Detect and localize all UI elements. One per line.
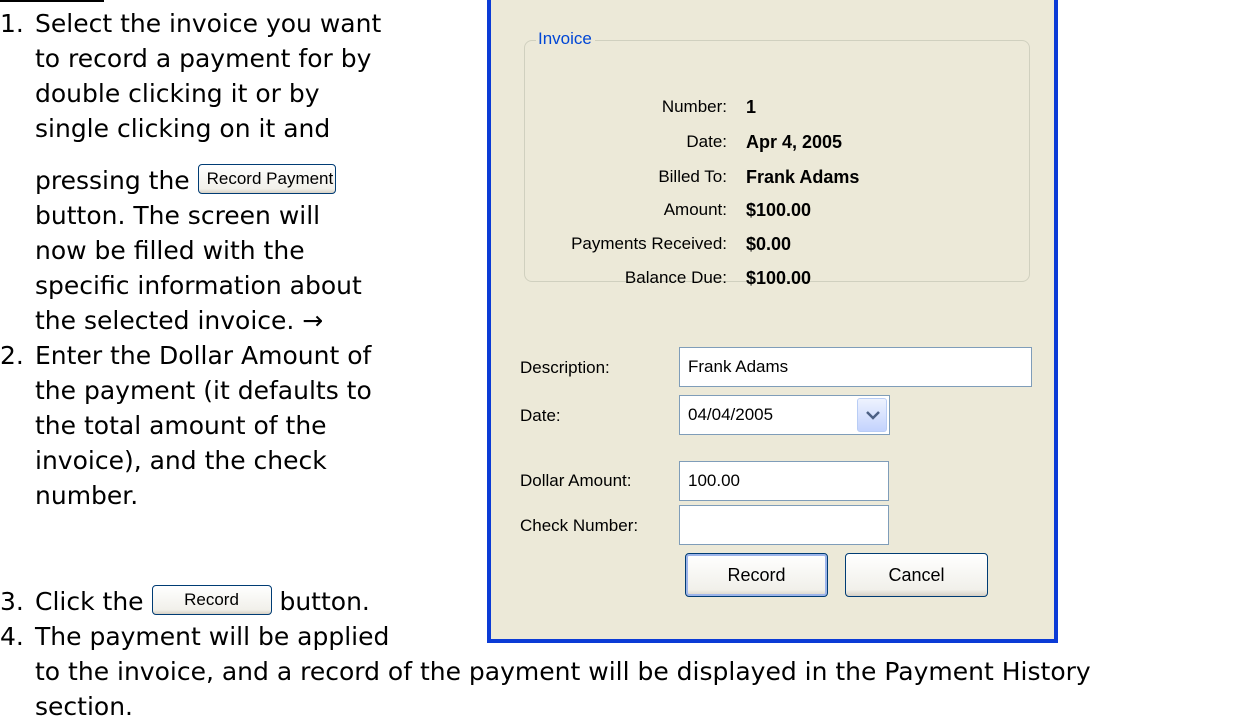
- record-button[interactable]: Record: [685, 553, 828, 597]
- invoice-amount-label: Amount:: [663, 200, 727, 219]
- date-label: Date:: [520, 406, 561, 425]
- step1-line: specific information about: [35, 271, 362, 300]
- invoice-date-value: Apr 4, 2005: [746, 132, 843, 152]
- invoice-balance-due-value: $100.00: [746, 268, 812, 288]
- cancel-button[interactable]: Cancel: [845, 553, 988, 597]
- step-number: 2.: [0, 341, 24, 370]
- step3-prefix: Click the: [35, 587, 144, 616]
- date-picker[interactable]: 04/04/2005: [679, 395, 890, 435]
- step3-suffix: button.: [279, 587, 370, 616]
- step1-line: to record a payment for by: [35, 44, 372, 73]
- invoice-group-title: Invoice: [536, 28, 595, 50]
- check-number-label: Check Number:: [520, 516, 639, 535]
- check-number-input[interactable]: [679, 505, 889, 545]
- step2-line: the payment (it defaults to: [35, 376, 372, 405]
- date-dropdown-button[interactable]: [857, 398, 887, 432]
- step1-pressing-line: pressing the Record Payment: [35, 164, 336, 197]
- step-number: 1.: [0, 9, 24, 38]
- chevron-down-icon: [866, 411, 880, 420]
- step1-line: button. The screen will: [35, 201, 321, 230]
- invoice-date-label: Date:: [686, 132, 727, 151]
- invoice-billed-to-value: Frank Adams: [746, 167, 860, 187]
- step2-line: Enter the Dollar Amount of: [35, 341, 372, 370]
- step4-line: The payment will be applied: [35, 622, 390, 651]
- invoice-payments-received-label: Payments Received:: [571, 234, 727, 253]
- step1-line: single clicking on it and: [35, 114, 331, 143]
- date-value: 04/04/2005: [688, 405, 774, 424]
- invoice-payments-received-value: $0.00: [746, 234, 792, 254]
- invoice-balance-due-label: Balance Due:: [624, 268, 727, 287]
- step1-line: the selected invoice. →: [35, 306, 324, 335]
- description-input[interactable]: Frank Adams: [679, 347, 1032, 387]
- record-payment-button-illustration: Record Payment: [197, 164, 336, 194]
- record-payment-dialog: Invoice Number: 1 Date: Apr 4, 2005 Bill…: [487, 0, 1058, 643]
- invoice-number-value: 1: [746, 97, 757, 117]
- step2-line: the total amount of the: [35, 411, 327, 440]
- invoice-number-label: Number:: [661, 97, 727, 116]
- step2-line: invoice), and the check: [35, 446, 327, 475]
- step4-line: to the invoice, and a record of the paym…: [35, 657, 1091, 686]
- step1-line: double clicking it or by: [35, 79, 320, 108]
- header-underline: [0, 0, 104, 2]
- step3-line: Click the Record button.: [35, 585, 370, 618]
- record-button-illustration: Record: [151, 585, 272, 615]
- step1-line: now be filled with the: [35, 236, 305, 265]
- step4-line: section.: [35, 692, 133, 721]
- description-label: Description:: [520, 358, 610, 377]
- dollar-amount-input[interactable]: 100.00: [679, 461, 889, 501]
- dollar-amount-label: Dollar Amount:: [520, 471, 632, 490]
- invoice-billed-to-label: Billed To:: [658, 167, 727, 186]
- step1-pressing-text: pressing the: [35, 166, 190, 195]
- step-number: 3.: [0, 587, 24, 616]
- step1-line: Select the invoice you want: [35, 9, 382, 38]
- step2-line: number.: [35, 481, 139, 510]
- step-number: 4.: [0, 622, 24, 651]
- invoice-amount-value: $100.00: [746, 200, 812, 220]
